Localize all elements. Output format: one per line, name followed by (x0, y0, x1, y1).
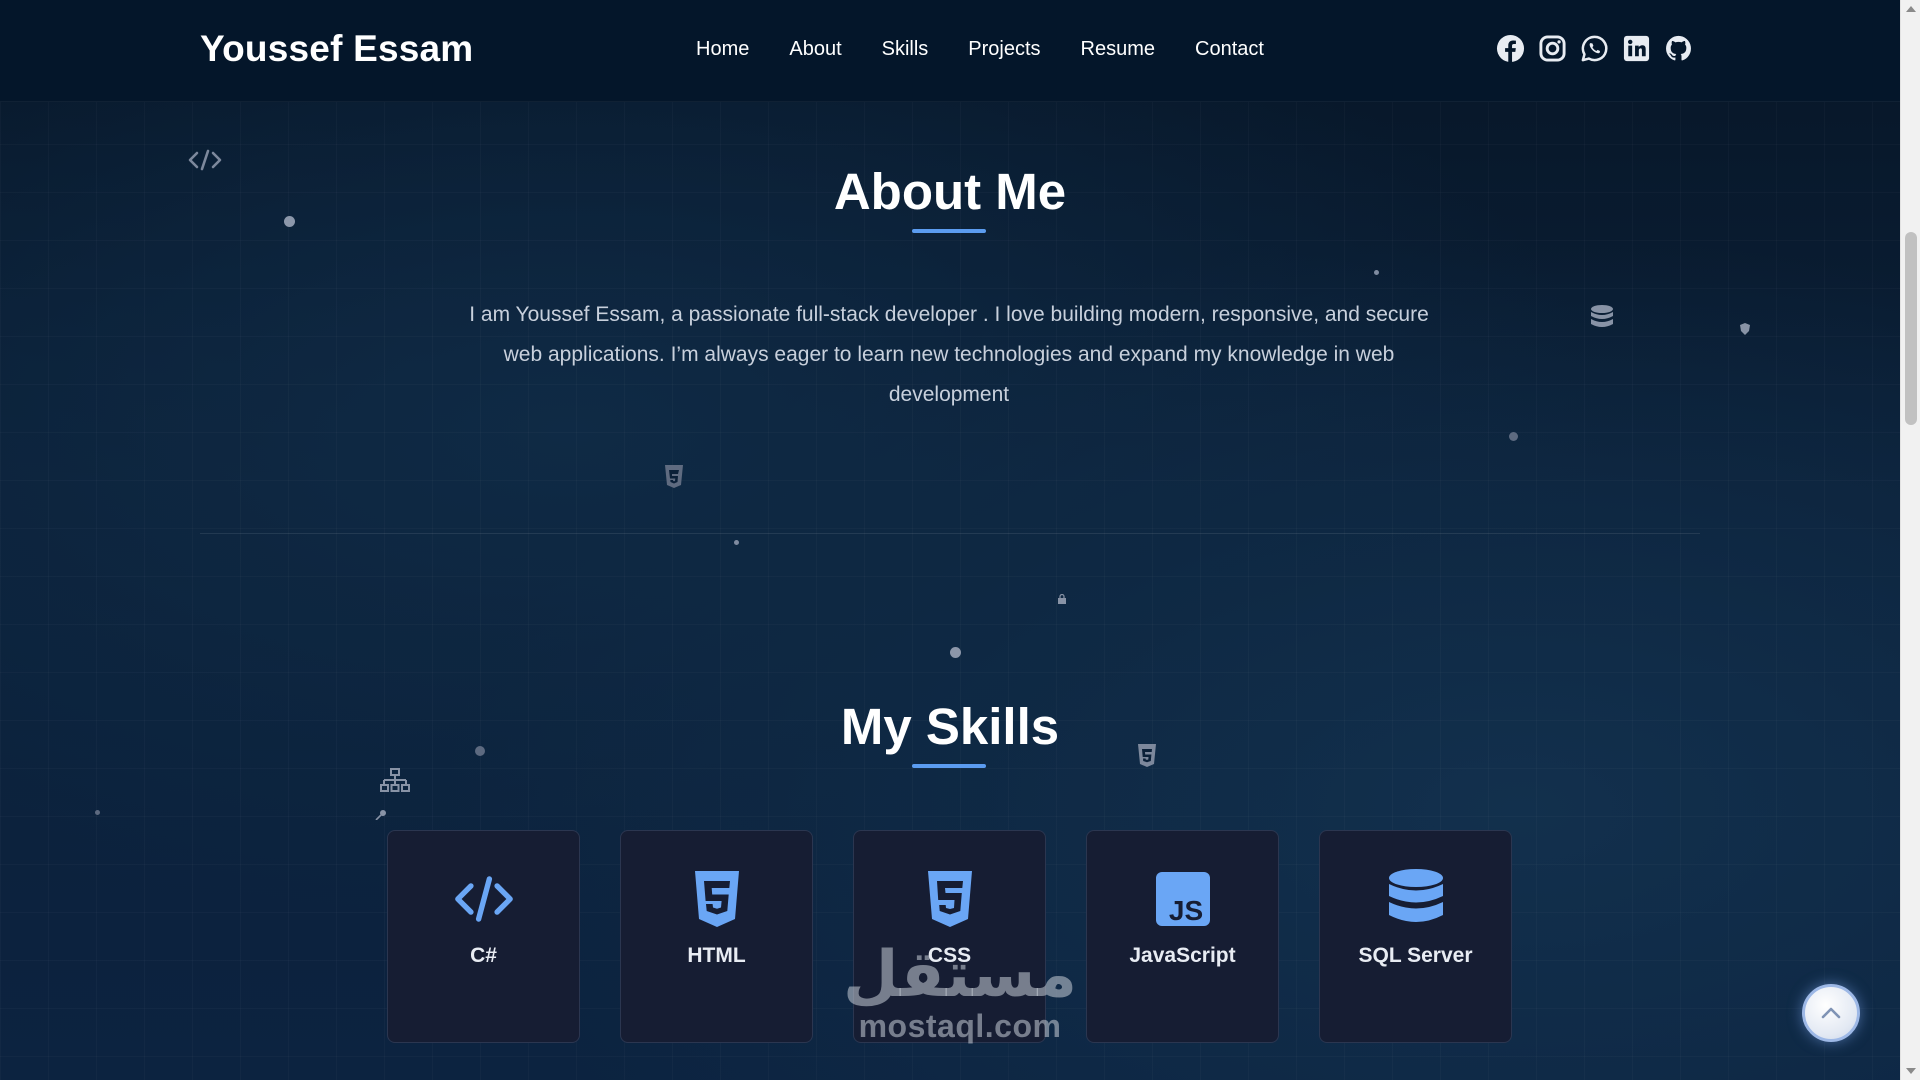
code-icon (454, 869, 514, 929)
skill-name: C# (470, 944, 497, 967)
skill-card-csharp[interactable]: C# (387, 830, 580, 1043)
nav-link-resume[interactable]: Resume (1081, 38, 1155, 61)
floating-dot (734, 540, 739, 545)
floating-key-icon (375, 810, 386, 820)
html5-icon (687, 869, 747, 929)
floating-network-icon (380, 768, 410, 792)
floating-dot (95, 810, 100, 815)
chevron-up-icon (1821, 1007, 1841, 1019)
instagram-icon[interactable] (1538, 34, 1567, 63)
skills-title-underline (912, 764, 986, 768)
page-background: About Me I am Youssef Essam, a passionat… (0, 0, 1900, 1080)
whatsapp-icon[interactable] (1580, 34, 1609, 63)
brand-logo[interactable]: Youssef Essam (200, 28, 473, 70)
floating-dot (1374, 270, 1379, 275)
github-icon[interactable] (1664, 34, 1693, 63)
about-title: About Me (833, 163, 1067, 220)
floating-shield-icon (1740, 323, 1750, 335)
nav-link-about[interactable]: About (789, 38, 841, 61)
back-to-top-button[interactable] (1802, 984, 1860, 1042)
floating-database-icon (1591, 305, 1613, 327)
scroll-up-arrow[interactable] (1906, 6, 1916, 12)
skill-card-javascript[interactable]: JS JavaScript (1086, 830, 1279, 1043)
about-description: I am Youssef Essam, a passionate full-st… (469, 303, 1429, 406)
skill-name: JavaScript (1129, 944, 1236, 967)
skill-card-sql-server[interactable]: SQL Server (1319, 830, 1512, 1043)
floating-dot (950, 647, 961, 658)
page-scrollbar[interactable] (1900, 0, 1920, 1080)
floating-css3-icon (665, 465, 683, 488)
nav-link-skills[interactable]: Skills (882, 38, 929, 61)
nav-links: Home About Skills Projects Resume Contac… (696, 38, 1264, 61)
watermark-latin: mostaql.com (858, 1008, 1062, 1044)
svg-text:JS: JS (1168, 895, 1202, 926)
about-title-underline (912, 229, 986, 233)
section-divider (200, 533, 1700, 534)
floating-dot (1509, 432, 1518, 441)
skills-title: My Skills (840, 698, 1060, 755)
facebook-icon[interactable] (1496, 34, 1525, 63)
navbar: Youssef Essam Home About Skills Projects… (0, 0, 1900, 102)
scroll-thumb[interactable] (1905, 232, 1917, 425)
scroll-down-arrow[interactable] (1906, 1068, 1916, 1074)
js-icon: JS (1153, 869, 1213, 929)
nav-link-projects[interactable]: Projects (968, 38, 1040, 61)
database-icon (1386, 869, 1446, 929)
css3-icon (920, 869, 980, 929)
skill-name: HTML (687, 944, 746, 967)
watermark: مستقل mostaql.com (842, 942, 1078, 1044)
watermark-arabic: مستقل (842, 938, 1078, 1012)
skill-name: SQL Server (1358, 944, 1473, 967)
nav-link-home[interactable]: Home (696, 38, 749, 61)
linkedin-icon[interactable] (1622, 34, 1651, 63)
nav-link-contact[interactable]: Contact (1195, 38, 1264, 61)
social-links (1496, 34, 1693, 63)
floating-lock-icon (1058, 594, 1066, 604)
skill-card-html[interactable]: HTML (620, 830, 813, 1043)
